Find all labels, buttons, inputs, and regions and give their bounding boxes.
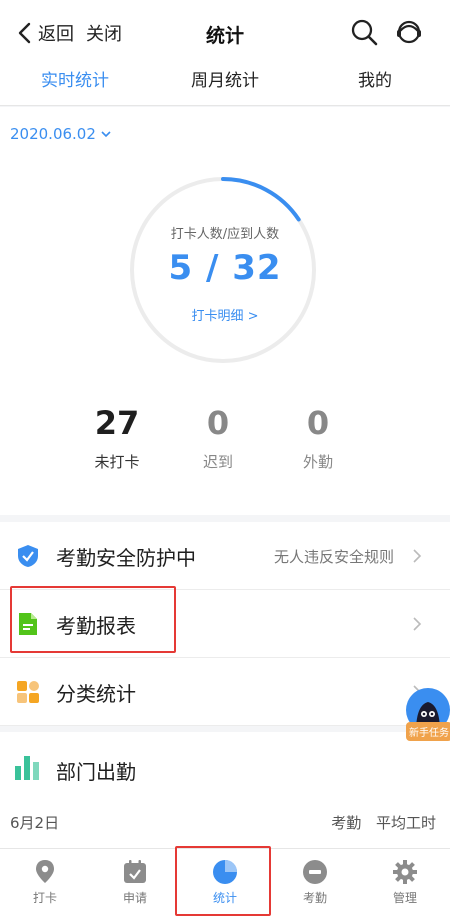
customer-service-icon[interactable] — [394, 17, 424, 47]
nav-label: 管理 — [392, 891, 417, 905]
list-item-title: 分类统计 — [56, 682, 136, 706]
dept-col-avg-hours: 平均工时 — [375, 814, 436, 832]
list-item-security[interactable]: 考勤安全防护中 无人违反安全规则 — [0, 522, 450, 590]
department-attendance-card: 部门出勤 6月2日 考勤 平均工时 — [0, 732, 450, 848]
checkin-detail-link[interactable]: 打卡明细 > — [0, 305, 450, 324]
metric-value: 27 — [94, 404, 140, 442]
metric-value: 0 — [206, 404, 230, 442]
nav-label: 打卡 — [32, 891, 57, 905]
bar-chart-icon — [15, 756, 39, 780]
shield-check-icon — [18, 545, 38, 567]
chevron-down-icon[interactable] — [100, 129, 112, 139]
dept-title: 部门出勤 — [56, 760, 136, 784]
list-item-title: 考勤安全防护中 — [56, 546, 196, 570]
list-item-category-stats[interactable]: 分类统计 — [0, 658, 450, 726]
highlight-annotation-nav — [175, 846, 271, 916]
metric-label: 外勤 — [302, 453, 333, 471]
dept-date: 6月2日 — [10, 814, 60, 832]
novice-task-label: 新手任务 — [406, 722, 450, 741]
realtime-stats-card: 2020.06.02 打卡人数/应到人数 5 / 32 打卡明细 > 27 未打… — [0, 107, 450, 515]
metric-not-checked-in[interactable]: 27 未打卡 — [62, 405, 172, 472]
chevron-right-icon — [413, 617, 422, 631]
nav-label: 申请 — [122, 891, 147, 905]
nav-apply[interactable]: 申请 — [90, 849, 180, 918]
gear-icon — [393, 860, 417, 884]
metric-late[interactable]: 0 迟到 — [163, 405, 273, 472]
metric-value: 0 — [306, 404, 330, 442]
nav-label: 考勤 — [302, 891, 327, 905]
location-pin-icon — [36, 860, 54, 883]
search-icon[interactable] — [349, 17, 379, 47]
date-selector[interactable]: 2020.06.02 — [10, 125, 96, 143]
top-bar: 返回 关闭 统计 — [0, 0, 450, 64]
metric-label: 迟到 — [202, 453, 233, 471]
metric-label: 未打卡 — [94, 453, 140, 471]
nav-attendance[interactable]: 考勤 — [270, 849, 360, 918]
ring-value: 5 / 32 — [168, 248, 282, 288]
page-title: 统计 — [205, 25, 244, 47]
chevron-right-icon — [413, 549, 422, 563]
nav-checkin[interactable]: 打卡 — [0, 849, 90, 918]
progress-arc — [221, 177, 301, 222]
clock-icon — [303, 860, 327, 884]
list-item-note: 无人违反安全规则 — [273, 548, 394, 566]
dept-columns: 考勤 平均工时 — [321, 812, 436, 833]
calendar-icon — [124, 860, 146, 883]
category-grid-icon — [17, 681, 39, 703]
metric-field-work[interactable]: 0 外勤 — [263, 405, 373, 472]
tab-bar: 实时统计 周月统计 我的 — [0, 64, 450, 112]
tab-mine[interactable]: 我的 — [300, 64, 450, 105]
dept-col-attendance: 考勤 — [331, 814, 362, 832]
highlight-annotation-report — [10, 586, 176, 653]
novice-task-badge[interactable]: 新手任务 — [404, 688, 450, 742]
ring-label: 打卡人数/应到人数 — [170, 227, 280, 242]
tab-realtime-stats[interactable]: 实时统计 — [0, 64, 150, 112]
nav-manage[interactable]: 管理 — [360, 849, 450, 918]
tab-weekly-monthly-stats[interactable]: 周月统计 — [150, 64, 300, 105]
